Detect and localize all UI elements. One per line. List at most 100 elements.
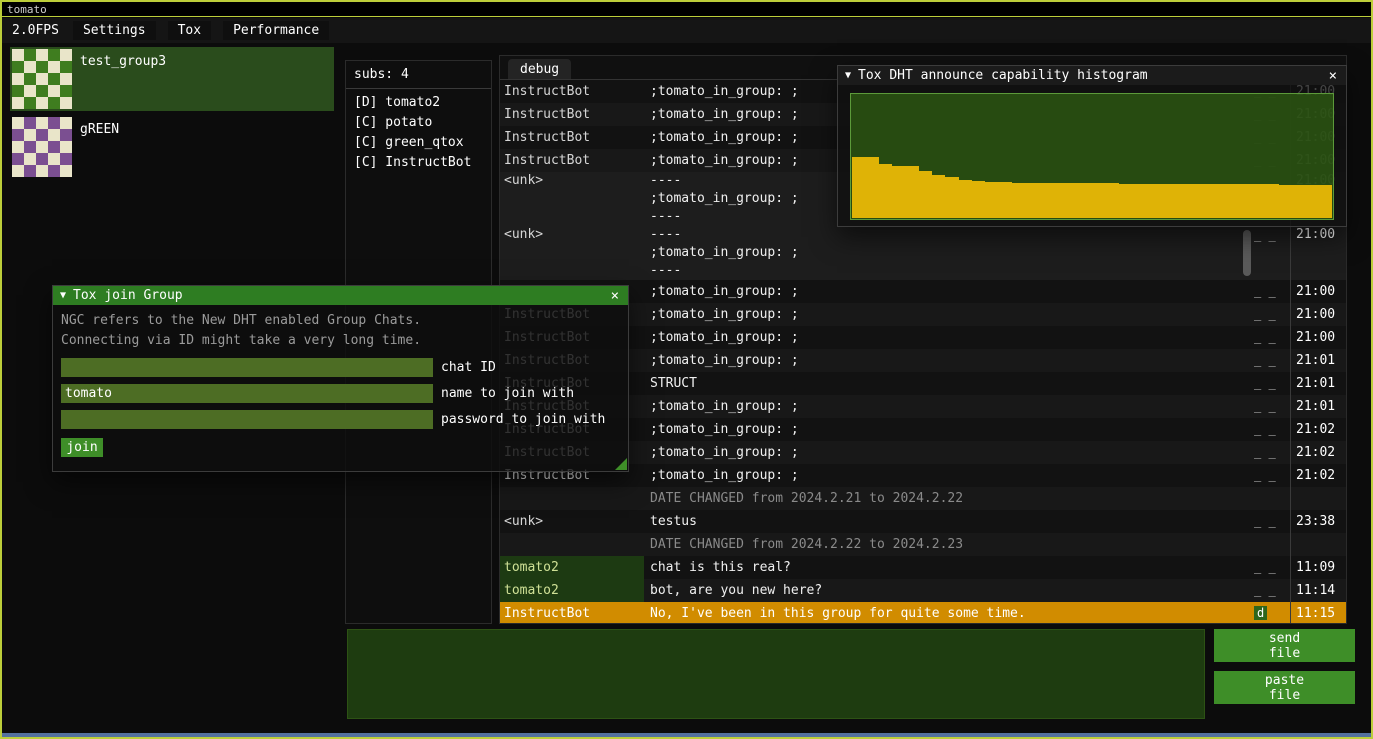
delivery-marks: _ _ <box>1254 395 1290 418</box>
join-group-window-title: Tox join Group <box>73 288 602 303</box>
chat-sender: <unk> <box>500 172 644 226</box>
timestamp: 21:00 <box>1290 303 1346 326</box>
chat-row: InstructBotNo, I've been in this group f… <box>500 602 1346 623</box>
chat-sender: InstructBot <box>500 103 644 126</box>
chat-message-text: testus <box>644 510 1254 533</box>
histogram-bar <box>852 157 865 219</box>
chat-sender: InstructBot <box>500 126 644 149</box>
chat-id-input[interactable] <box>61 358 433 377</box>
join-name-input[interactable] <box>61 384 433 403</box>
chat-message-line: ;tomato_in_group: ; <box>650 244 1254 262</box>
histogram-bar <box>905 166 918 218</box>
join-button[interactable]: join <box>61 438 103 457</box>
send-file-button[interactable]: send file <box>1214 629 1355 662</box>
resize-grip-icon[interactable] <box>615 458 627 470</box>
delivery-marks: _ _ <box>1254 556 1290 579</box>
chat-message-text: ;tomato_in_group: ; <box>644 464 1254 487</box>
chat-sender: InstructBot <box>500 602 644 623</box>
chat-message-text: ;tomato_in_group: ; <box>644 280 1254 303</box>
message-input[interactable] <box>347 629 1205 719</box>
histogram-bar <box>1199 184 1212 218</box>
window-bottom-edge <box>2 733 1371 737</box>
histogram-bar <box>1105 183 1118 218</box>
paste-file-button[interactable]: paste file <box>1214 671 1355 704</box>
chat-sender: InstructBot <box>500 149 644 172</box>
paste-file-button-line1: paste <box>1265 673 1304 688</box>
chat-message-text: ;tomato_in_group: ; <box>644 303 1254 326</box>
timestamp: 21:00 <box>1290 326 1346 349</box>
chat-message-text: ;tomato_in_group: ; <box>644 326 1254 349</box>
timestamp: 21:00 <box>1290 226 1346 280</box>
timestamp <box>1290 533 1346 556</box>
join-group-window-titlebar[interactable]: ▼ Tox join Group × <box>53 286 628 305</box>
member-list-item[interactable]: [C] InstructBot <box>354 153 483 173</box>
chat-message-text: ----;tomato_in_group: ;---- <box>644 226 1254 280</box>
histogram-bar <box>1039 183 1052 218</box>
histogram-bar <box>1172 184 1185 218</box>
chat-sender: tomato2 <box>500 579 644 602</box>
chat-message-text: ;tomato_in_group: ; <box>644 395 1254 418</box>
histogram-bar <box>1052 183 1065 218</box>
group-avatar-identicon <box>12 49 72 109</box>
histogram-bar <box>1159 184 1172 218</box>
chat-row: <unk>----;tomato_in_group: ;----_ _21:00 <box>500 226 1346 280</box>
dht-histogram-window-title: Tox DHT announce capability histogram <box>858 68 1320 83</box>
delivery-marks: _ _ <box>1254 372 1290 395</box>
histogram-bar <box>879 164 892 218</box>
histogram-bar <box>999 182 1012 218</box>
group-list-item[interactable]: gREEN <box>10 115 334 179</box>
member-list-item[interactable]: [D] tomato2 <box>354 93 483 113</box>
chat-scrollbar[interactable] <box>1243 230 1251 276</box>
chat-sender <box>500 533 644 556</box>
timestamp <box>1290 487 1346 510</box>
timestamp: 11:15 <box>1290 602 1346 623</box>
group-name: test_group3 <box>80 49 166 109</box>
histogram-bar <box>1132 184 1145 218</box>
timestamp: 11:14 <box>1290 579 1346 602</box>
histogram-bar <box>892 166 905 218</box>
menu-items: Settings Tox Performance <box>73 21 329 40</box>
join-password-input[interactable] <box>61 410 433 429</box>
dht-histogram-window-titlebar[interactable]: ▼ Tox DHT announce capability histogram … <box>838 66 1346 85</box>
join-group-window: ▼ Tox join Group × NGC refers to the New… <box>52 285 629 472</box>
member-list-item[interactable]: [C] green_qtox <box>354 133 483 153</box>
chat-message-text: bot, are you new here? <box>644 579 1254 602</box>
histogram-bar <box>932 175 945 218</box>
timestamp: 21:01 <box>1290 395 1346 418</box>
close-icon[interactable]: × <box>1327 68 1339 84</box>
timestamp: 11:09 <box>1290 556 1346 579</box>
timestamp: 21:00 <box>1290 280 1346 303</box>
delivery-marks: _ _ <box>1254 418 1290 441</box>
close-icon[interactable]: × <box>609 288 621 304</box>
tab-debug[interactable]: debug <box>508 59 571 79</box>
member-list-item[interactable]: [C] potato <box>354 113 483 133</box>
chat-id-label: chat ID <box>441 360 496 375</box>
subs-header: subs: 4 <box>354 67 483 82</box>
send-file-button-line1: send <box>1269 631 1300 646</box>
chat-message-text: STRUCT <box>644 372 1254 395</box>
delivery-marks: _ _ <box>1254 303 1290 326</box>
delivery-marks: _ _ <box>1254 349 1290 372</box>
chat-message-text: ;tomato_in_group: ; <box>644 349 1254 372</box>
date-changed-text: DATE CHANGED from 2024.2.22 to 2024.2.23 <box>644 533 1254 556</box>
menu-item-performance[interactable]: Performance <box>223 21 329 40</box>
join-name-label: name to join with <box>441 386 574 401</box>
group-name: gREEN <box>80 117 119 177</box>
menu-item-tox[interactable]: Tox <box>168 21 211 40</box>
timestamp: 21:02 <box>1290 464 1346 487</box>
chat-message-line: ---- <box>650 226 1254 244</box>
timestamp: 21:01 <box>1290 349 1346 372</box>
window-titlebar[interactable]: tomato <box>2 2 1371 17</box>
collapse-arrow-icon[interactable]: ▼ <box>60 290 66 301</box>
dht-histogram-body <box>838 85 1346 228</box>
menu-item-settings[interactable]: Settings <box>73 21 156 40</box>
collapse-arrow-icon[interactable]: ▼ <box>845 70 851 81</box>
group-list-item[interactable]: test_group3 <box>10 47 334 111</box>
histogram-bar <box>1252 184 1265 218</box>
histogram-bar <box>1279 185 1292 218</box>
timestamp: 21:02 <box>1290 418 1346 441</box>
histogram-bar <box>1318 185 1331 218</box>
date-changed-text: DATE CHANGED from 2024.2.21 to 2024.2.22 <box>644 487 1254 510</box>
histogram-bar <box>1305 185 1318 218</box>
histogram-bar <box>959 180 972 218</box>
